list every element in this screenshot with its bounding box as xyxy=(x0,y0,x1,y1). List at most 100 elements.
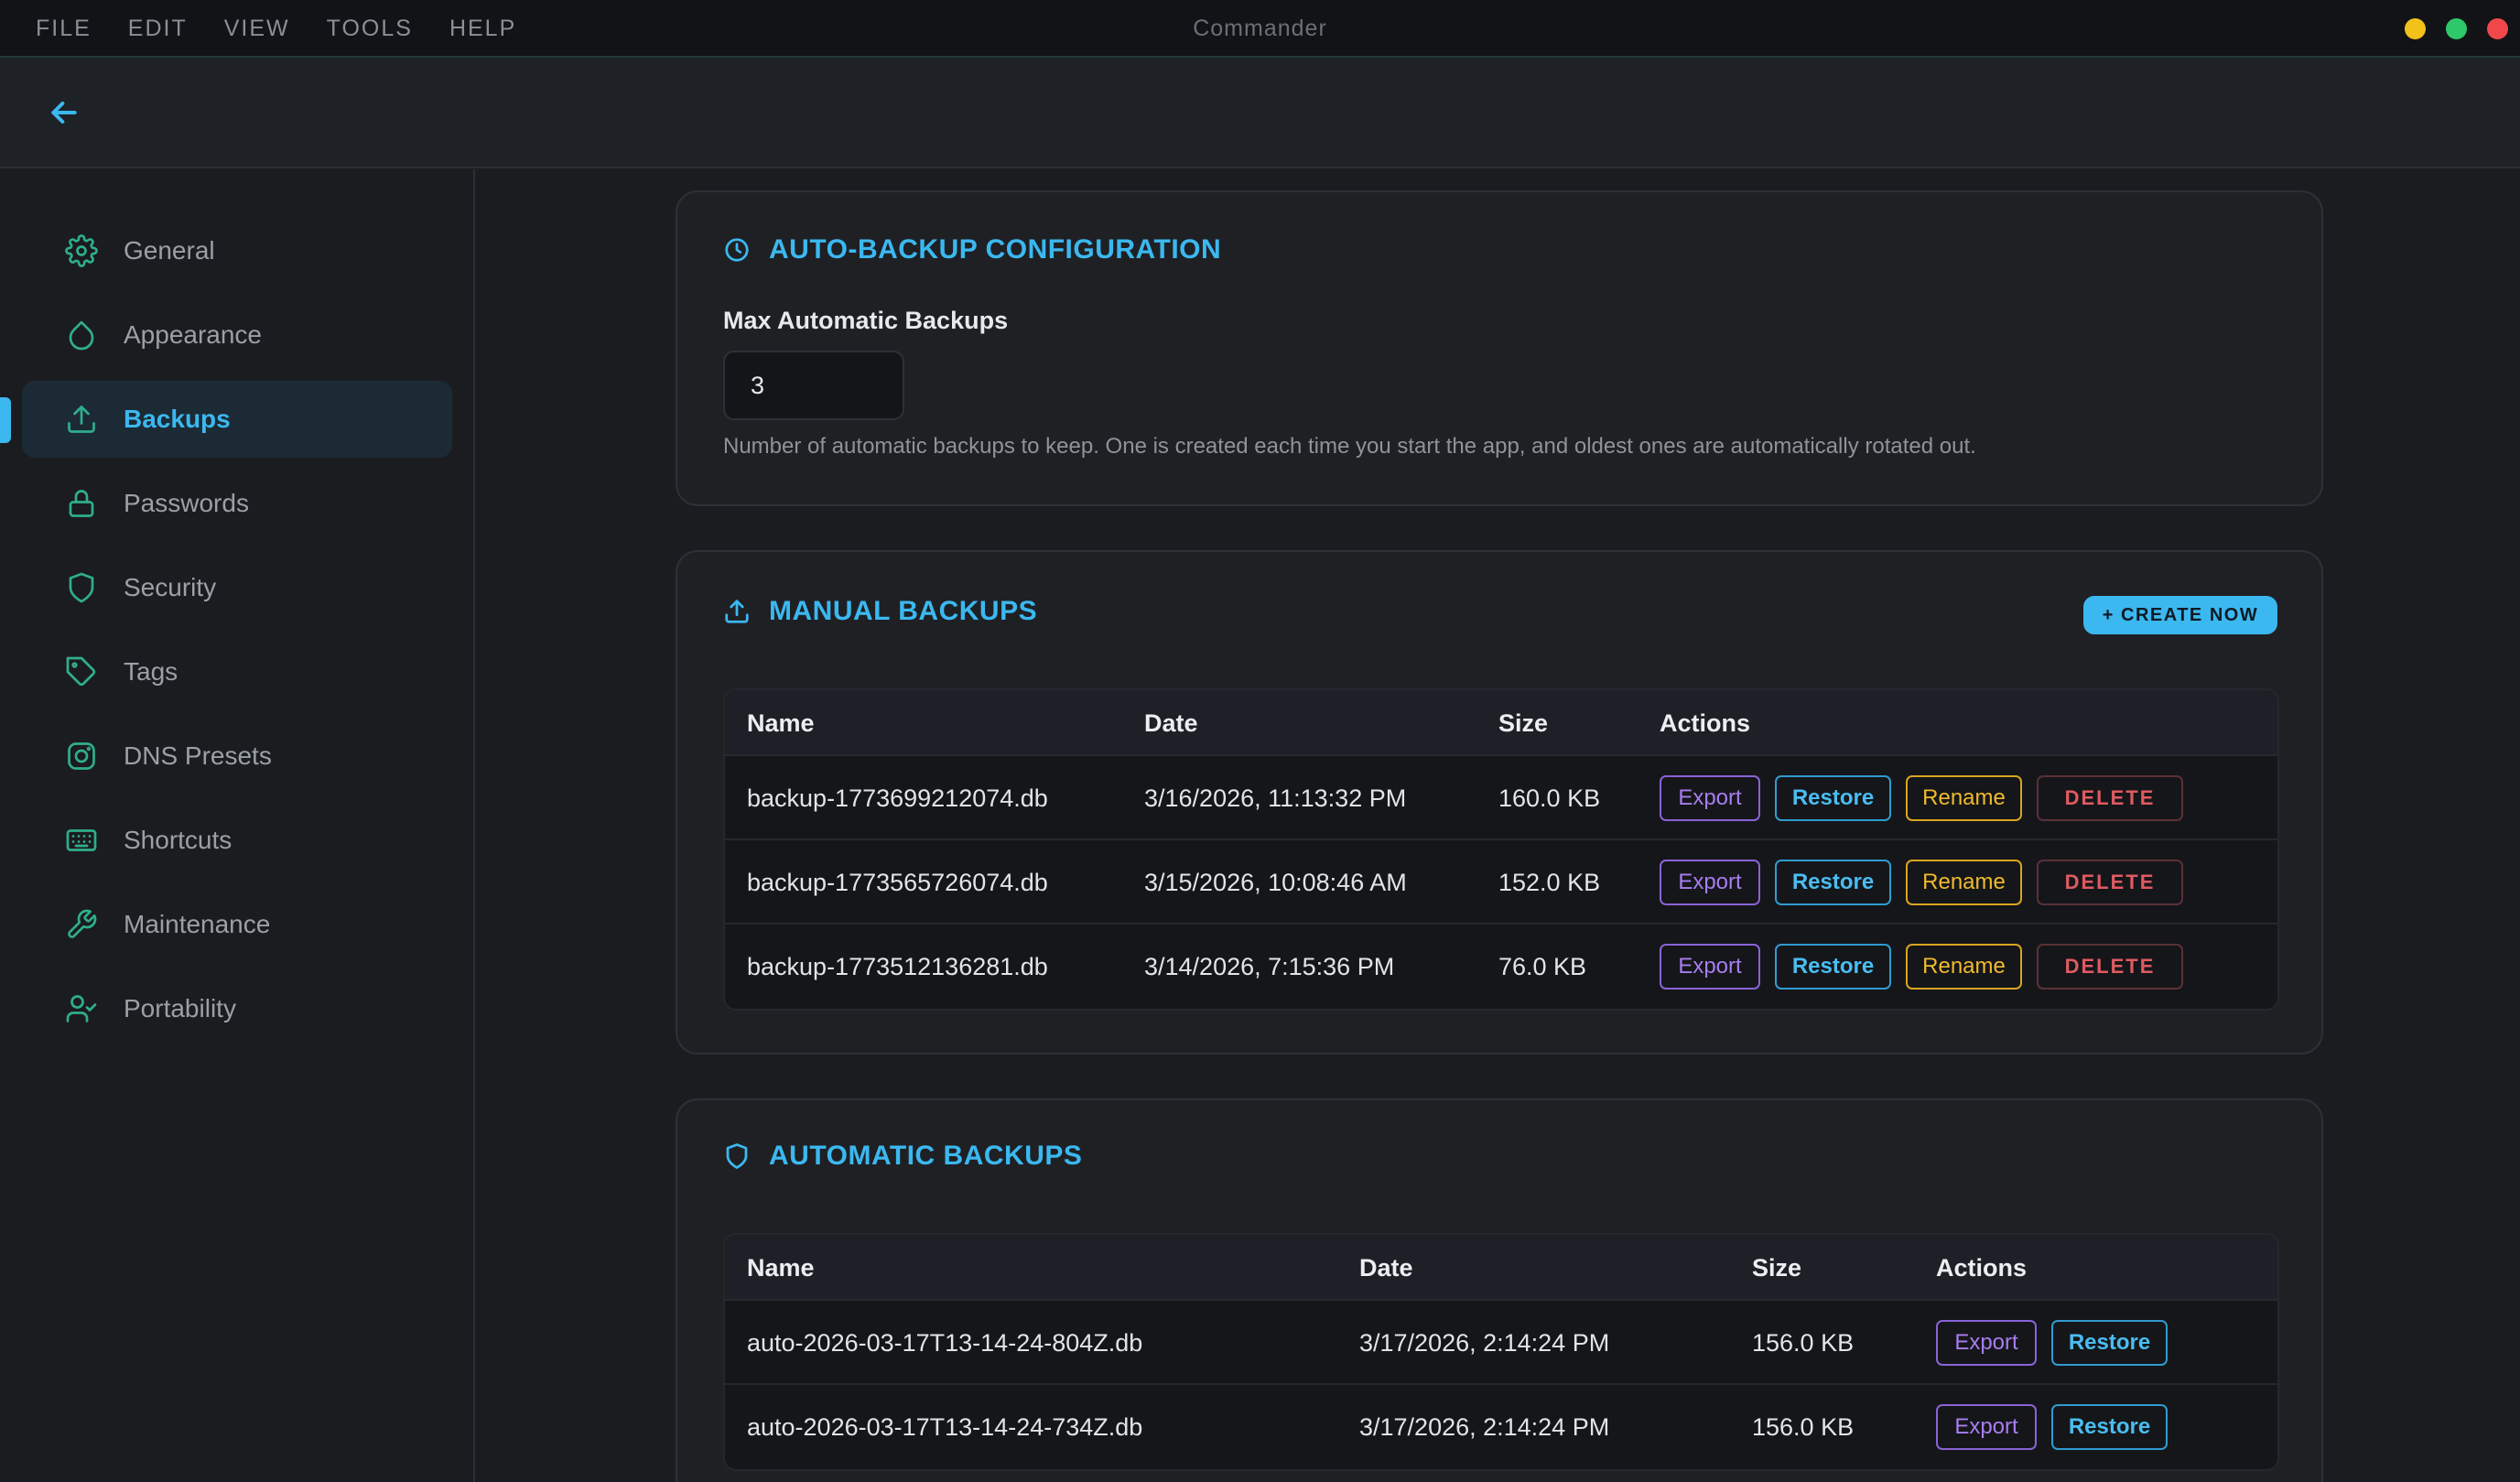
sidebar-item-label: Appearance xyxy=(124,320,263,349)
backup-name: auto-2026-03-17T13-14-24-734Z.db xyxy=(747,1412,1143,1441)
keyboard-icon xyxy=(63,822,100,859)
column-name[interactable]: Name xyxy=(747,690,815,756)
backup-name: backup-1773699212074.db xyxy=(747,784,1048,812)
rename-button[interactable]: Rename xyxy=(1906,775,2022,821)
backup-date: 3/17/2026, 2:14:24 PM xyxy=(1359,1328,1610,1357)
sidebar-item-label: Passwords xyxy=(124,489,249,517)
clock-icon xyxy=(723,236,769,264)
automatic-backups-title: AUTOMATIC BACKUPS xyxy=(723,1141,1082,1172)
column-actions: Actions xyxy=(1660,709,1751,737)
rename-button[interactable]: Rename xyxy=(1906,944,2022,990)
delete-button[interactable]: DELETE xyxy=(2037,860,2183,905)
max-backups-help: Number of automatic backups to keep. One… xyxy=(723,434,1976,459)
table-header: Name Date Size Actions xyxy=(725,1235,2277,1301)
sidebar-item-label: Shortcuts xyxy=(124,826,233,854)
sidebar-item-label: DNS Presets xyxy=(124,741,272,770)
sidebar-item-security[interactable]: Security xyxy=(22,549,452,626)
column-actions: Actions xyxy=(1936,1253,2028,1282)
export-button[interactable]: Export xyxy=(1660,860,1760,905)
auto-backup-config-card: AUTO-BACKUP CONFIGURATION Max Automatic … xyxy=(676,190,2323,506)
shield-icon xyxy=(723,1142,769,1170)
column-name[interactable]: Name xyxy=(747,1235,815,1301)
sidebar-item-label: Maintenance xyxy=(124,910,271,938)
manual-backups-table: Name Date Size Actions backup-1773699212… xyxy=(723,688,2279,1011)
column-size[interactable]: Size xyxy=(1498,690,1548,756)
backup-date: 3/17/2026, 2:14:24 PM xyxy=(1359,1412,1610,1441)
backup-size: 156.0 KB xyxy=(1752,1328,1855,1357)
backup-size: 76.0 KB xyxy=(1498,952,1587,980)
sidebar-item-label: General xyxy=(124,236,215,265)
table-row: backup-1773512136281.db 3/14/2026, 7:15:… xyxy=(725,925,2277,1009)
upload-icon xyxy=(723,598,769,625)
sidebar-item-backups[interactable]: Backups xyxy=(22,381,452,458)
row-actions: Export Restore xyxy=(1936,1301,2182,1385)
sidebar-item-dns-presets[interactable]: DNS Presets xyxy=(22,718,452,795)
sidebar-item-label: Tags xyxy=(124,657,178,686)
gear-icon xyxy=(63,233,100,269)
shield-icon xyxy=(63,569,100,606)
row-actions: Export Restore Rename DELETE xyxy=(1660,756,2198,840)
export-button[interactable]: Export xyxy=(1936,1404,2037,1450)
table-row: backup-1773699212074.db 3/16/2026, 11:13… xyxy=(725,756,2277,840)
backup-size: 160.0 KB xyxy=(1498,784,1601,812)
export-button[interactable]: Export xyxy=(1660,775,1760,821)
dns-icon xyxy=(63,738,100,774)
manual-backups-card: MANUAL BACKUPS + CREATE NOW Name Date Si… xyxy=(676,550,2323,1055)
restore-button[interactable]: Restore xyxy=(1775,944,1891,990)
close-window-button[interactable] xyxy=(2487,18,2508,39)
restore-button[interactable]: Restore xyxy=(2051,1320,2168,1366)
restore-button[interactable]: Restore xyxy=(1775,860,1891,905)
wrench-icon xyxy=(63,906,100,943)
back-arrow-icon[interactable] xyxy=(46,94,82,131)
export-button[interactable]: Export xyxy=(1660,944,1760,990)
sidebar-item-label: Backups xyxy=(124,405,231,433)
table-row: auto-2026-03-17T13-14-24-734Z.db 3/17/20… xyxy=(725,1385,2277,1469)
rename-button[interactable]: Rename xyxy=(1906,860,2022,905)
column-size[interactable]: Size xyxy=(1752,1235,1801,1301)
backup-name: backup-1773512136281.db xyxy=(747,952,1048,980)
sidebar-item-label: Portability xyxy=(124,994,236,1022)
sidebar-item-label: Security xyxy=(124,573,217,601)
column-date[interactable]: Date xyxy=(1144,690,1198,756)
table-header: Name Date Size Actions xyxy=(725,690,2277,756)
backup-size: 156.0 KB xyxy=(1752,1412,1855,1441)
maximize-button[interactable] xyxy=(2446,18,2467,39)
auto-backup-config-title: AUTO-BACKUP CONFIGURATION xyxy=(723,234,1221,265)
header-bar xyxy=(0,58,2520,168)
sidebar-item-general[interactable]: General xyxy=(22,212,452,289)
active-indicator xyxy=(0,397,11,443)
sidebar-item-passwords[interactable]: Passwords xyxy=(22,465,452,542)
droplet-icon xyxy=(63,317,100,353)
row-actions: Export Restore Rename DELETE xyxy=(1660,840,2198,925)
restore-button[interactable]: Restore xyxy=(1775,775,1891,821)
max-backups-label: Max Automatic Backups xyxy=(723,307,1009,334)
restore-button[interactable]: Restore xyxy=(2051,1404,2168,1450)
manual-backups-title: MANUAL BACKUPS xyxy=(723,596,1037,627)
lock-icon xyxy=(63,485,100,522)
app-title: Commander xyxy=(1193,16,1327,41)
backup-date: 3/14/2026, 7:15:36 PM xyxy=(1144,952,1395,980)
backup-date: 3/15/2026, 10:08:46 AM xyxy=(1144,868,1407,896)
create-backup-button[interactable]: + CREATE NOW xyxy=(2083,596,2277,634)
column-date[interactable]: Date xyxy=(1359,1235,1413,1301)
backup-name: auto-2026-03-17T13-14-24-804Z.db xyxy=(747,1328,1143,1357)
row-actions: Export Restore Rename DELETE xyxy=(1660,925,2198,1009)
delete-button[interactable]: DELETE xyxy=(2037,944,2183,990)
minimize-button[interactable] xyxy=(2405,18,2426,39)
settings-sidebar: General Appearance Backups Passwords Sec… xyxy=(0,169,475,1482)
sidebar-item-portability[interactable]: Portability xyxy=(22,970,452,1047)
sidebar-item-maintenance[interactable]: Maintenance xyxy=(22,886,452,963)
title-bar: FILE EDIT VIEW TOOLS HELP Commander xyxy=(0,0,2520,58)
sidebar-item-shortcuts[interactable]: Shortcuts xyxy=(22,802,452,879)
automatic-backups-table: Name Date Size Actions auto-2026-03-17T1… xyxy=(723,1233,2279,1471)
table-row: backup-1773565726074.db 3/15/2026, 10:08… xyxy=(725,840,2277,925)
sidebar-item-tags[interactable]: Tags xyxy=(22,633,452,710)
delete-button[interactable]: DELETE xyxy=(2037,775,2183,821)
backup-name: backup-1773565726074.db xyxy=(747,868,1048,896)
backup-date: 3/16/2026, 11:13:32 PM xyxy=(1144,784,1407,812)
max-backups-input[interactable] xyxy=(723,351,904,420)
sidebar-item-appearance[interactable]: Appearance xyxy=(22,297,452,373)
automatic-backups-card: AUTOMATIC BACKUPS Name Date Size Actions… xyxy=(676,1098,2323,1482)
backup-size: 152.0 KB xyxy=(1498,868,1601,896)
export-button[interactable]: Export xyxy=(1936,1320,2037,1366)
